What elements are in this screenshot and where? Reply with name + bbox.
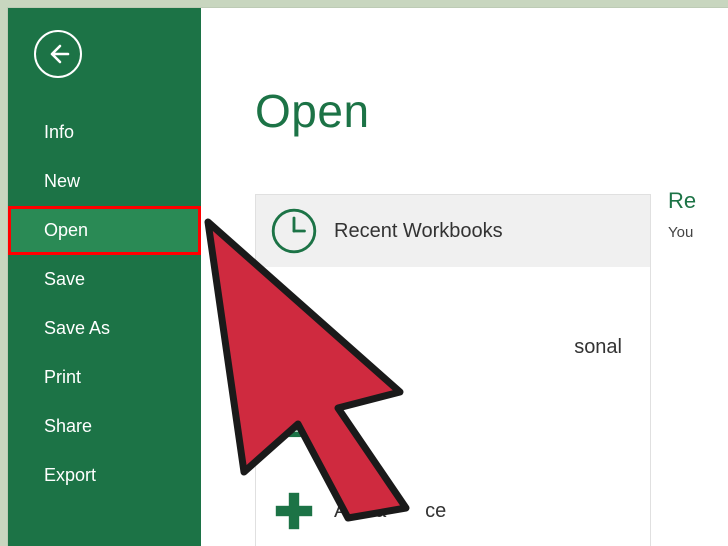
source-label: Recent Workbooks <box>334 220 503 243</box>
sidebar-item-label: Save As <box>44 318 110 339</box>
right-subtext: You <box>668 224 728 241</box>
page-title: Open <box>255 84 728 138</box>
sidebar-item-label: Share <box>44 416 92 437</box>
clock-icon <box>268 205 320 257</box>
sidebar-item-share[interactable]: Share <box>8 402 201 451</box>
source-personal[interactable]: sonal <box>256 311 650 383</box>
arrow-left-icon <box>46 42 70 66</box>
source-label: Add a ce <box>334 500 446 523</box>
sidebar-item-print[interactable]: Print <box>8 353 201 402</box>
sidebar-item-open[interactable]: Open <box>8 206 201 255</box>
sidebar-item-new[interactable]: New <box>8 157 201 206</box>
sidebar-item-save[interactable]: Save <box>8 255 201 304</box>
sidebar-item-label: Save <box>44 269 85 290</box>
source-computer[interactable] <box>256 383 650 455</box>
source-label: sonal <box>574 336 622 359</box>
main-pane: Open Recent Workbooks sonal <box>201 8 728 546</box>
source-recent-workbooks[interactable]: Recent Workbooks <box>256 195 650 267</box>
sidebar: Info New Open Save Save As Print Share E… <box>8 8 201 546</box>
spacer <box>256 267 650 311</box>
open-source-list: Recent Workbooks sonal <box>255 194 651 546</box>
sidebar-item-save-as[interactable]: Save As <box>8 304 201 353</box>
plus-icon <box>268 485 320 537</box>
sidebar-item-info[interactable]: Info <box>8 108 201 157</box>
sidebar-item-label: Print <box>44 367 81 388</box>
backstage-view: Book Info New Open Save Save As Print Sh… <box>8 8 728 546</box>
spacer <box>256 455 650 475</box>
sidebar-menu: Info New Open Save Save As Print Share E… <box>8 108 201 500</box>
source-add-place[interactable]: Add a ce <box>256 475 650 546</box>
sidebar-item-label: New <box>44 171 80 192</box>
right-heading: Re <box>668 188 728 214</box>
sidebar-item-label: Info <box>44 122 74 143</box>
right-preview-pane: Re You <box>668 188 728 241</box>
sidebar-item-label: Open <box>44 220 88 241</box>
back-button[interactable] <box>34 30 82 78</box>
computer-icon <box>268 393 320 445</box>
sidebar-item-export[interactable]: Export <box>8 451 201 500</box>
sidebar-item-label: Export <box>44 465 96 486</box>
